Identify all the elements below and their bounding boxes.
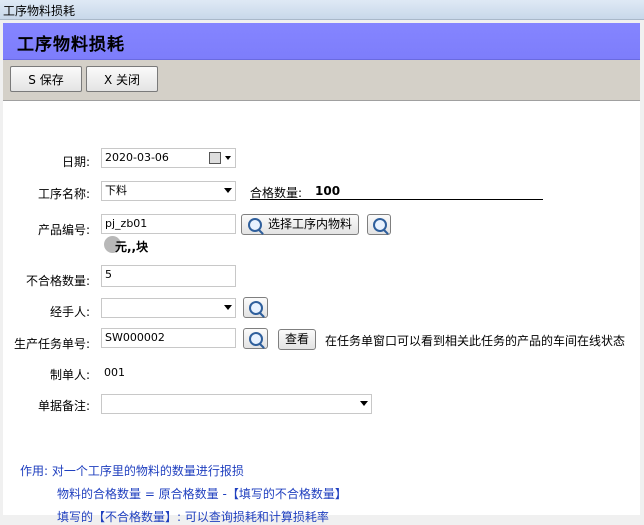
process-label: 工序名称: [37,187,90,201]
toolbar: S 保存 X 关闭 [3,60,640,101]
chevron-down-icon [360,401,368,406]
creator-label: 制单人: [49,368,90,382]
view-button[interactable]: 查看 [278,329,316,350]
qualified-value: 100 [315,184,341,198]
chevron-down-icon [224,305,232,310]
magnifier-icon [249,332,263,346]
product-value: pj_zb01 [105,217,148,230]
task-lookup-button[interactable] [243,328,268,349]
remark-select[interactable] [101,394,372,414]
task-input[interactable]: SW000002 [101,328,236,348]
page-title: 工序物料损耗 [17,35,125,55]
date-value: 2020-03-06 [105,151,169,164]
task-label: 生产任务单号: [13,337,90,351]
magnifier-icon [249,301,263,315]
handler-select[interactable] [101,298,236,318]
chevron-down-icon[interactable] [225,156,231,160]
product-lookup-button[interactable] [367,214,391,235]
creator-value: 001 [104,366,125,379]
form-panel: 日期: 2020-03-06 工序名称: 下料 合格数量: 100 产品编号: … [3,101,640,524]
product-input[interactable]: pj_zb01 [101,214,236,234]
calendar-icon[interactable] [209,152,221,164]
unqualified-label: 不合格数量: [25,274,90,288]
task-value: SW000002 [105,331,165,344]
main-frame: 工序物料损耗 S 保存 X 关闭 日期: 2020-03-06 工序名称: 下料… [3,23,640,524]
product-info: 元,,块 [115,240,149,254]
unqualified-value: 5 [105,268,112,281]
task-hint: 在任务单窗口可以看到相关此任务的产品的车间在线状态 [325,334,626,348]
save-button[interactable]: S 保存 [10,66,82,92]
qualified-underline [250,199,543,200]
window-title: 工序物料损耗 [3,4,76,18]
select-material-label: 选择工序内物料 [268,217,353,231]
handler-lookup-button[interactable] [243,297,268,318]
chevron-down-icon [224,188,232,193]
magnifier-icon [248,218,262,232]
handler-label: 经手人: [49,305,90,319]
magnifier-icon [373,218,387,232]
page-header: 工序物料损耗 [3,23,640,60]
select-material-button[interactable]: 选择工序内物料 [241,214,359,235]
unqualified-input[interactable]: 5 [101,265,236,287]
date-label: 日期: [61,155,90,169]
product-label: 产品编号: [37,223,90,237]
date-field[interactable]: 2020-03-06 [101,148,236,168]
window-titlebar: 工序物料损耗 [0,0,644,20]
process-select[interactable]: 下料 [101,181,236,201]
remark-label: 单据备注: [37,399,90,413]
process-value: 下料 [105,184,127,197]
close-button[interactable]: X 关闭 [86,66,158,92]
note-line-2: 物料的合格数量 = 原合格数量 -【填写的不合格数量】 [57,487,347,501]
note-line-1: 作用: 对一个工序里的物料的数量进行报损 [20,464,244,478]
